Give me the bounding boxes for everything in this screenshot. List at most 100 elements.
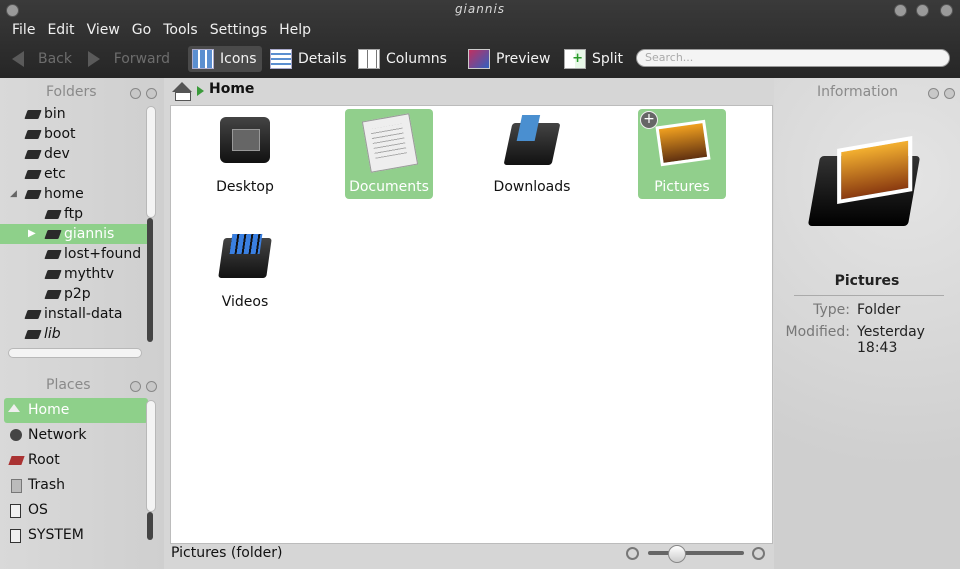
left-panels: Folders bin boot dev etc ◢ home ftp ▶ gian…	[0, 78, 164, 569]
tree-item-dev[interactable]: dev	[0, 144, 148, 164]
folders-panel-header: Folders	[0, 82, 164, 102]
home-crumb-base-icon	[175, 92, 191, 101]
panel-close-icon[interactable]	[146, 88, 157, 99]
folder-icon	[44, 250, 62, 259]
zoom-out-icon[interactable]	[626, 547, 639, 560]
expand-arrow-icon[interactable]: ◢	[10, 184, 17, 204]
zoom-handle[interactable]	[668, 545, 686, 563]
location-bar: Home	[164, 78, 774, 104]
tree-item-p2p[interactable]: p2p	[0, 284, 148, 304]
home-icon	[8, 404, 20, 412]
icons-view-button[interactable]: Icons	[188, 46, 262, 72]
columns-view-button[interactable]: Columns	[354, 46, 450, 72]
place-root[interactable]: Root	[4, 448, 148, 473]
search-input[interactable]: Search...	[636, 49, 950, 67]
folder-icon	[24, 150, 42, 159]
information-panel: Information Pictures Type: Folder Modifi…	[774, 78, 960, 569]
videos-folder-icon	[218, 234, 272, 278]
file-item-documents[interactable]: Documents	[345, 109, 433, 199]
forward-button[interactable]: Forward	[84, 46, 170, 72]
tree-item-lib[interactable]: lib	[0, 324, 148, 344]
forward-arrow-icon	[88, 50, 108, 68]
info-modified-value: Yesterday	[857, 324, 925, 340]
place-system[interactable]: SYSTEM	[4, 523, 148, 548]
tree-item-etc[interactable]: etc	[0, 164, 148, 184]
place-trash[interactable]: Trash	[4, 473, 148, 498]
file-view[interactable]: Desktop Documents Downloads + Pictures V…	[170, 105, 773, 544]
documents-folder-icon	[361, 113, 419, 173]
back-button[interactable]: Back	[8, 46, 76, 72]
panel-float-icon[interactable]	[928, 88, 939, 99]
info-type-value: Folder	[857, 302, 901, 318]
icons-view-icon	[192, 49, 214, 69]
menu-tools[interactable]: Tools	[157, 20, 204, 40]
places-scroll-track[interactable]	[147, 512, 153, 540]
menu-file[interactable]: File	[6, 20, 41, 40]
menu-edit[interactable]: Edit	[41, 20, 80, 40]
zoom-slider[interactable]	[624, 545, 768, 563]
preview-button[interactable]: Preview	[464, 46, 554, 72]
menu-help[interactable]: Help	[273, 20, 317, 40]
collapse-arrow-icon[interactable]: ▶	[28, 224, 36, 244]
downloads-folder-icon	[503, 115, 561, 165]
folders-scroll-track[interactable]	[147, 218, 153, 342]
menu-view[interactable]: View	[81, 20, 126, 40]
folders-vertical-scrollbar[interactable]	[146, 106, 156, 218]
info-divider	[794, 295, 944, 296]
info-item-name: Pictures	[834, 273, 900, 289]
maximize-button[interactable]	[916, 4, 929, 17]
preview-icon	[468, 49, 490, 69]
home-crumb-icon[interactable]	[172, 82, 192, 92]
breadcrumb-home[interactable]: Home	[209, 81, 254, 97]
panel-close-icon[interactable]	[146, 381, 157, 392]
folders-panel-title: Folders	[46, 84, 97, 100]
folder-link-icon	[24, 330, 42, 339]
close-button[interactable]	[940, 4, 953, 17]
info-modified-time: 18:43	[857, 340, 898, 356]
places-vertical-scrollbar[interactable]	[146, 400, 156, 512]
zoom-track[interactable]	[648, 551, 744, 555]
panel-float-icon[interactable]	[130, 88, 141, 99]
file-item-desktop[interactable]: Desktop	[201, 109, 289, 199]
details-view-button[interactable]: Details	[266, 46, 350, 72]
file-item-videos[interactable]: Videos	[201, 224, 289, 314]
folder-icon	[44, 290, 62, 299]
tree-item-mythtv[interactable]: mythtv	[0, 264, 148, 284]
details-view-icon	[270, 49, 292, 69]
crumb-separator-icon	[197, 86, 204, 96]
information-panel-header: Information	[774, 82, 960, 102]
panel-float-icon[interactable]	[130, 381, 141, 392]
dolphin-window: giannis File Edit View Go Tools Settings…	[0, 0, 960, 569]
places-panel-header: Places	[0, 375, 164, 395]
folder-icon	[44, 210, 62, 219]
tree-item-bin[interactable]: bin	[0, 104, 148, 124]
place-network[interactable]: Network	[4, 423, 148, 448]
preview-pictures-folder-icon	[807, 136, 921, 226]
tree-item-giannis[interactable]: ▶ giannis	[0, 224, 148, 244]
split-button[interactable]: + Split	[560, 46, 626, 72]
folder-icon	[24, 170, 42, 179]
minimize-button[interactable]	[894, 4, 907, 17]
tree-item-home[interactable]: ◢ home	[0, 184, 148, 204]
file-item-pictures[interactable]: + Pictures	[638, 109, 726, 199]
root-folder-icon	[8, 456, 25, 465]
folders-horizontal-scrollbar[interactable]	[8, 348, 142, 358]
place-home[interactable]: Home	[4, 398, 148, 423]
back-arrow-icon	[12, 50, 32, 68]
file-item-downloads[interactable]: Downloads	[488, 109, 576, 199]
tree-item-install-data[interactable]: install-data	[0, 304, 148, 324]
tree-item-lost-found[interactable]: lost+found	[0, 244, 148, 264]
place-os[interactable]: OS	[4, 498, 148, 523]
tree-item-boot[interactable]: boot	[0, 124, 148, 144]
status-bar-text: Pictures (folder)	[171, 545, 283, 561]
menu-go[interactable]: Go	[126, 20, 157, 40]
panel-close-icon[interactable]	[944, 88, 955, 99]
zoom-in-icon[interactable]	[752, 547, 765, 560]
places-list: Home Network Root Trash OS SYSTEM	[4, 398, 148, 548]
tree-item-ftp[interactable]: ftp	[0, 204, 148, 224]
columns-view-icon	[358, 49, 380, 69]
desktop-folder-icon	[220, 117, 270, 163]
drive-icon	[10, 504, 21, 518]
folder-icon	[24, 130, 42, 139]
menu-settings[interactable]: Settings	[204, 20, 273, 40]
